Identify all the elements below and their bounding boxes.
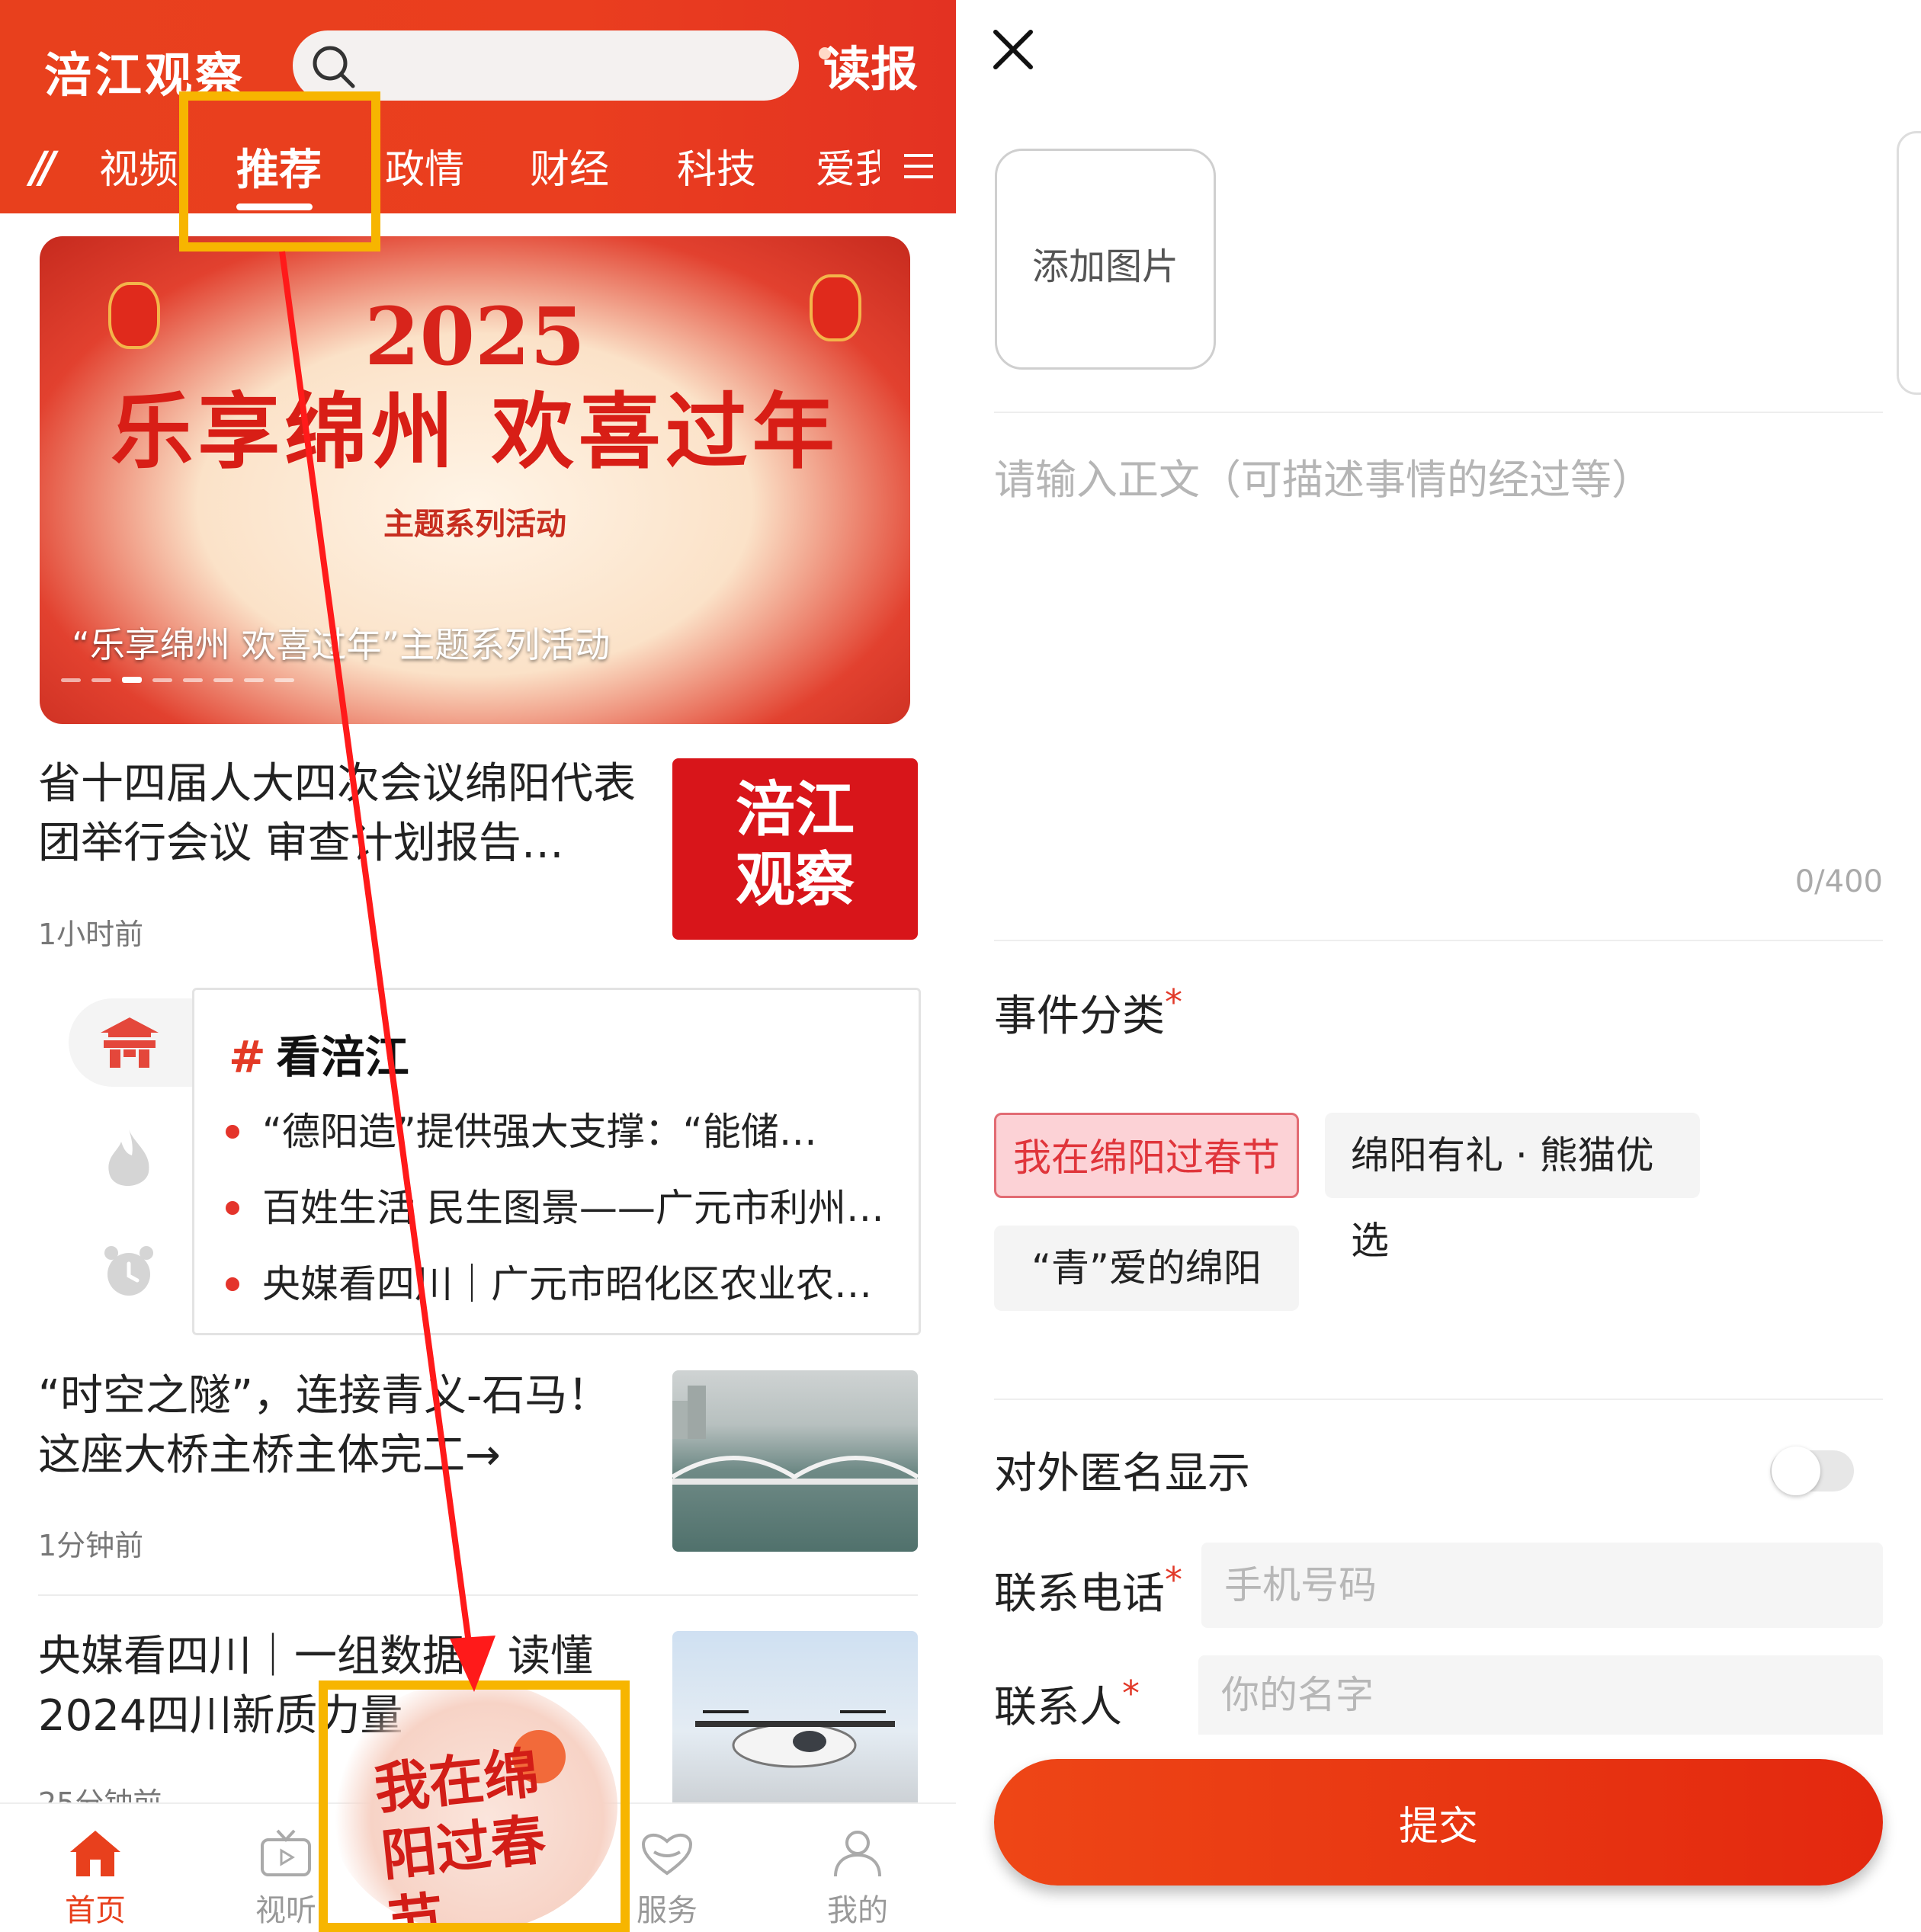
body-textarea[interactable]: 请输入正文（可描述事情的经过等）	[994, 446, 1653, 506]
contact-label-text: 联系人	[994, 1683, 1122, 1732]
annotation-arrow	[279, 251, 495, 1692]
category-label-text: 事件分类	[994, 992, 1165, 1041]
char-counter: 0/400	[1794, 864, 1883, 899]
submit-button[interactable]: 提交	[994, 1759, 1883, 1886]
phone-label-text: 联系电话	[994, 1569, 1165, 1619]
required-mark: *	[1165, 1559, 1182, 1600]
toggle-knob[interactable]	[1772, 1447, 1820, 1495]
category-chip-spring-festival[interactable]: 我在绵阳过春节	[994, 1113, 1299, 1198]
edge-handle[interactable]	[1897, 131, 1921, 395]
required-mark: *	[1122, 1673, 1140, 1714]
category-chip-panda-gift[interactable]: 绵阳有礼 · 熊猫优选	[1325, 1113, 1700, 1263]
divider	[994, 940, 1883, 941]
anonymous-label: 对外匿名显示	[994, 1449, 1250, 1498]
divider	[994, 412, 1883, 413]
contact-label: 联系人*	[994, 1673, 1140, 1735]
add-image-label: 添加图片	[1031, 245, 1179, 288]
phone-label: 联系电话*	[994, 1559, 1182, 1621]
required-mark: *	[1165, 982, 1182, 1023]
contact-name-field[interactable]	[1198, 1655, 1883, 1735]
phone-field[interactable]	[1201, 1543, 1883, 1628]
divider	[994, 1399, 1883, 1400]
close-icon[interactable]	[991, 27, 1035, 72]
category-label: 事件分类*	[994, 982, 1182, 1043]
category-chip-youth[interactable]: “青”爱的绵阳	[994, 1226, 1299, 1311]
